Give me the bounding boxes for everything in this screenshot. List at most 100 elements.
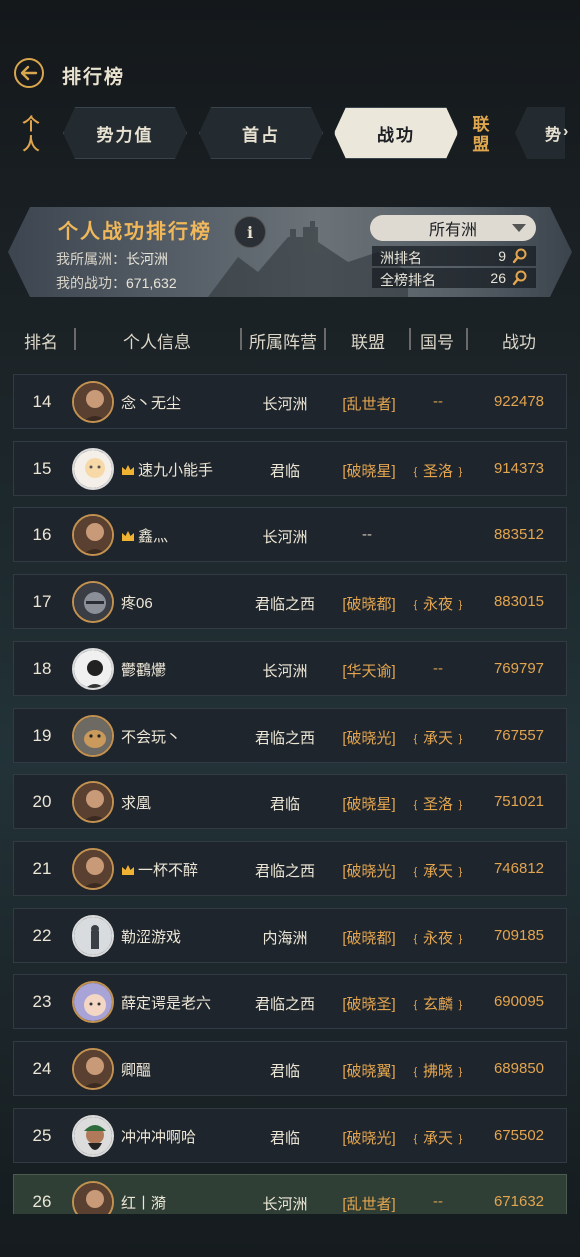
avatar[interactable] <box>72 581 114 624</box>
crown-icon <box>122 531 134 542</box>
table-row[interactable]: 22 勒涩游戏 内海洲 [破晓都] ﹛永夜﹜ 709185 <box>13 907 567 963</box>
player-name[interactable]: 卿醞 <box>121 1059 151 1080</box>
table-row[interactable]: 21 一杯不醉 君临之西 [破晓光] ﹛承天﹜ 746812 <box>13 840 567 896</box>
table-row[interactable]: 16 鑫灬 长河洲 -- 883512 <box>13 507 567 563</box>
tab-overflow[interactable]: 势 <box>515 107 565 159</box>
player-name-text: 求凰 <box>121 795 152 813</box>
col-divider <box>409 328 411 350</box>
avatar[interactable] <box>72 714 114 757</box>
avatar[interactable] <box>72 1181 114 1214</box>
table-row[interactable]: 15 速九小能手 君临 [破晓星] ﹛圣洛﹜ 914373 <box>13 440 567 496</box>
player-alliance[interactable]: [破晓光] <box>332 1127 406 1148</box>
region-filter-select[interactable]: 所有洲 <box>370 215 536 241</box>
player-name-text: 不会玩丶 <box>121 728 182 746</box>
player-name-text: 薛定谔是老六 <box>121 995 212 1013</box>
player-name[interactable]: 不会玩丶 <box>121 726 181 747</box>
page-title: 排行榜 <box>62 67 126 88</box>
table-row[interactable]: 24 卿醞 君临 [破晓翼] ﹛拂晓﹜ 689850 <box>13 1041 567 1096</box>
avatar[interactable] <box>72 781 114 824</box>
avatar[interactable] <box>72 514 114 557</box>
player-name[interactable]: 鬱鸖爩 <box>121 659 166 680</box>
search-icon[interactable] <box>512 248 528 264</box>
player-name[interactable]: 念丶无尘 <box>121 392 181 413</box>
ranking-list[interactable]: 14 念丶无尘 长河洲 [乱世者] -- 922478 15 速九小能手 君临 [破晓星] ﹛圣洛﹜… <box>0 358 580 1214</box>
col-divider <box>324 328 326 350</box>
avatar[interactable] <box>72 1048 114 1090</box>
player-alliance[interactable]: [乱世者] <box>332 393 406 414</box>
tab-first-capture[interactable]: 首占 <box>199 107 323 159</box>
player-name[interactable]: 求凰 <box>121 792 151 813</box>
player-nation: ﹛圣洛﹜ <box>408 462 469 480</box>
player-camp: 长河洲 <box>262 1196 308 1214</box>
player-alliance[interactable]: [破晓星] <box>332 793 406 814</box>
table-row[interactable]: 23 薛定谔是老六 君临之西 [破晓圣] ﹛玄麟﹜ 690095 <box>13 974 567 1030</box>
avatar-image <box>74 1050 112 1088</box>
table-row[interactable]: 18 鬱鸖爩 长河洲 [华天谕] -- 769797 <box>13 640 567 696</box>
avatar-image <box>74 716 112 755</box>
avatar[interactable] <box>72 381 114 423</box>
row-rank: 21 <box>32 858 52 878</box>
table-row[interactable]: 20 求凰 君临 [破晓星] ﹛圣洛﹜ 751021 <box>13 774 567 830</box>
player-name[interactable]: 速九小能手 <box>121 459 213 480</box>
player-name-text: 速九小能手 <box>138 461 214 479</box>
table-row[interactable]: 19 不会玩丶 君临之西 [破晓光] ﹛承天﹜ 767557 <box>13 707 567 763</box>
player-name-text: 一杯不醉 <box>138 861 199 879</box>
player-nation: -- <box>433 659 443 677</box>
table-row-self[interactable]: 26 红丨漪 长河洲 [乱世者] -- 671632 <box>13 1174 567 1214</box>
avatar[interactable] <box>72 981 114 1024</box>
info-icon[interactable]: i <box>234 216 266 248</box>
player-nation: ﹛永夜﹜ <box>408 929 469 947</box>
row-rank: 22 <box>32 925 52 945</box>
table-row[interactable]: 25 冲冲冲啊哈 君临 [破晓光] ﹛承天﹜ 675502 <box>13 1107 567 1163</box>
crown-icon <box>122 864 134 875</box>
player-camp: 内海洲 <box>262 929 308 947</box>
global-rank-box[interactable]: 全榜排名 26 <box>372 268 536 288</box>
player-nation: -- <box>433 1193 443 1211</box>
tab-alliance[interactable]: 联盟 <box>468 115 494 155</box>
player-alliance[interactable]: [乱世者] <box>332 1193 406 1214</box>
col-merit: 战功 <box>502 333 536 352</box>
player-nation: ﹛永夜﹜ <box>408 596 469 614</box>
region-rank-box[interactable]: 洲排名 9 <box>372 246 536 266</box>
avatar-image <box>74 516 112 555</box>
avatar-image <box>74 1116 112 1155</box>
my-power-label: 我的战功： <box>56 275 126 291</box>
player-alliance[interactable]: [破晓星] <box>332 460 406 481</box>
avatar[interactable] <box>72 847 114 890</box>
player-camp: 君临 <box>269 1063 300 1080</box>
caret-down-icon <box>512 224 526 232</box>
player-alliance[interactable]: [破晓都] <box>332 927 406 948</box>
table-row[interactable]: 17 疼06 君临之西 [破晓都] ﹛永夜﹜ 883015 <box>13 574 567 630</box>
back-button[interactable] <box>14 58 44 88</box>
col-alliance: 联盟 <box>351 333 385 352</box>
player-alliance[interactable]: [华天谕] <box>332 660 406 681</box>
player-name[interactable]: 一杯不醉 <box>121 859 198 880</box>
tab-merit[interactable]: 战功 <box>334 107 458 159</box>
chevron-right-icon[interactable]: › <box>563 123 568 141</box>
table-row[interactable]: 14 念丶无尘 长河洲 [乱世者] -- 922478 <box>13 374 567 429</box>
player-name[interactable]: 勒涩游戏 <box>121 926 181 947</box>
player-nation: ﹛圣洛﹜ <box>408 796 469 814</box>
row-rank: 24 <box>32 1059 52 1078</box>
avatar[interactable] <box>72 914 114 957</box>
tab-personal[interactable]: 个人 <box>18 115 44 155</box>
player-alliance[interactable]: [破晓光] <box>332 727 406 748</box>
avatar[interactable] <box>72 647 114 690</box>
player-alliance[interactable]: [破晓光] <box>332 860 406 881</box>
player-alliance[interactable]: [破晓都] <box>332 593 406 614</box>
col-divider <box>240 328 242 350</box>
avatar[interactable] <box>72 1114 114 1157</box>
player-name[interactable]: 冲冲冲啊哈 <box>121 1126 196 1147</box>
player-alliance[interactable]: [破晓翼] <box>332 1060 406 1081</box>
player-name[interactable]: 薛定谔是老六 <box>121 992 211 1013</box>
player-merit: 767557 <box>493 726 545 744</box>
search-icon[interactable] <box>512 270 528 286</box>
player-name[interactable]: 红丨漪 <box>121 1192 166 1213</box>
player-alliance[interactable]: [破晓圣] <box>332 993 406 1014</box>
player-nation: ﹛承天﹜ <box>408 1129 469 1147</box>
avatar[interactable] <box>72 447 114 490</box>
player-name[interactable]: 疼06 <box>121 592 153 613</box>
tab-influence[interactable]: 势力值 <box>63 107 187 159</box>
player-name[interactable]: 鑫灬 <box>121 525 168 546</box>
player-alliance[interactable]: -- <box>330 526 404 543</box>
